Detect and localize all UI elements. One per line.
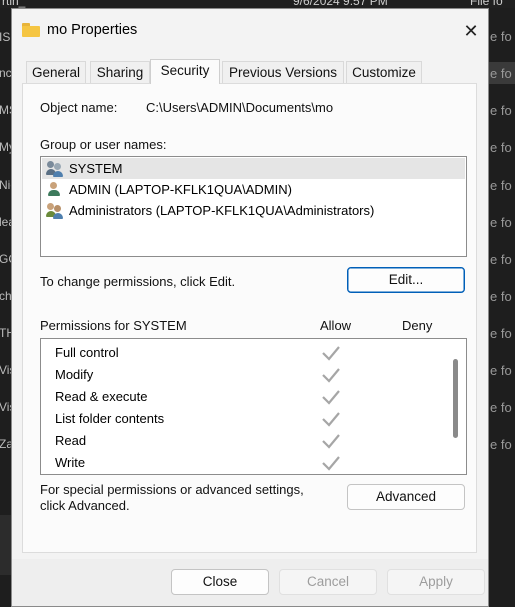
background-fragment: Za [0,437,11,451]
folder-icon [22,23,40,37]
advanced-button[interactable]: Advanced [347,484,465,510]
background-type-fragment: e fo [490,252,512,267]
user-name: SYSTEM [69,161,123,176]
background-strip [0,515,11,575]
object-name-label: Object name: [40,100,118,115]
permission-name: Read & execute [55,389,148,404]
user-list-item-admin[interactable]: ADMIN (LAPTOP-KFLK1QUA\ADMIN) [42,179,465,200]
background-type-fragment: e fo [490,29,512,44]
allow-check-icon [322,412,340,427]
permission-row-list-folder-contents: List folder contents [55,408,445,430]
background-header-row: rtin_ 9/6/2024 9:57 PM File fo [0,0,515,8]
permission-name: Write [55,455,86,470]
tab-previous-versions[interactable]: Previous Versions [222,61,344,83]
allow-check-icon [322,390,340,405]
background-type-fragment: e fo [490,178,512,193]
advanced-hint-line-2: click Advanced. [40,498,130,513]
allow-check-icon [322,456,340,471]
security-panel: Object name: C:\Users\ADMIN\Documents\mo… [22,83,477,553]
permission-row-write: Write [55,452,445,474]
background-fragment: Vis [0,363,11,377]
tab-general[interactable]: General [26,61,86,83]
user-name: ADMIN (LAPTOP-KFLK1QUA\ADMIN) [69,182,292,197]
permission-name: Read [55,433,87,448]
background-fragment: MS [0,103,11,117]
allow-column-header: Allow [320,318,352,333]
permissions-header: Permissions for SYSTEM [40,318,187,333]
group-users-icon [46,161,64,177]
advanced-hint-line-1: For special permissions or advanced sett… [40,482,304,497]
background-type-fragment: e fo [490,363,512,378]
permission-name: List folder contents [55,411,165,426]
user-list[interactable]: SYSTEM ADMIN (LAPTOP-KFLK1QUA\ADMIN) Adm… [40,156,467,257]
background-fragment: My [0,140,11,154]
properties-dialog: mo Properties ✕ General Sharing Security… [11,8,489,607]
allow-check-icon [322,346,340,361]
permission-row-modify: Modify [55,364,445,386]
background-type-fragment: e fo [490,140,512,155]
background-fragment: Nie [0,178,11,192]
permission-row-read: Read [55,430,445,452]
background-header-date: 9/6/2024 9:57 PM [293,0,388,8]
dialog-footer: Close Cancel Apply [12,559,488,606]
background-type-fragment: e fo [490,400,512,415]
permission-row-read-execute: Read & execute [55,386,445,408]
deny-column-header: Deny [402,318,433,333]
allow-check-icon [322,368,340,383]
permission-name: Full control [55,345,119,360]
tab-customize[interactable]: Customize [346,61,422,83]
user-icon [46,182,64,198]
close-icon[interactable]: ✕ [455,16,487,46]
object-name-value: C:\Users\ADMIN\Documents\mo [146,100,334,115]
edit-button[interactable]: Edit... [347,267,465,293]
tab-strip: General Sharing Security Previous Versio… [12,59,488,84]
permission-name: Modify [55,367,94,382]
apply-button[interactable]: Apply [387,569,485,595]
close-button[interactable]: Close [171,569,269,595]
background-header-fragment: rtin_ [2,0,26,8]
user-name: Administrators (LAPTOP-KFLK1QUA\Administ… [69,203,375,218]
user-list-item-system[interactable]: SYSTEM [42,158,465,179]
permission-row-full-control: Full control [55,342,445,364]
group-or-user-names-label: Group or user names: [40,137,167,152]
background-fragment: lea [0,215,11,229]
allow-check-icon [322,434,340,449]
background-type-fragment: e fo [490,103,512,118]
permissions-list[interactable]: Full control Modify Read & execute List … [40,338,467,475]
permissions-scrollbar[interactable] [453,359,458,438]
background-file-list-right: e fo e fo e fo e fo e fo e fo e fo e fo … [489,8,515,607]
background-fragment: TH [0,326,11,340]
background-type-fragment: e fo [490,289,512,304]
tab-sharing[interactable]: Sharing [90,61,150,83]
background-fragment: ch2 [0,289,11,303]
cancel-button[interactable]: Cancel [279,569,377,595]
tab-security[interactable]: Security [150,59,220,84]
background-type-fragment: e fo [490,326,512,341]
background-type-fragment: e fo [490,66,512,81]
window-title: mo Properties [47,22,138,38]
group-users-icon [46,203,64,219]
background-fragment: ISI [0,30,11,44]
background-type-fragment: e fo [490,437,512,452]
change-permissions-hint: To change permissions, click Edit. [40,274,236,289]
background-type-fragment: e fo [490,215,512,230]
background-fragment: Vis [0,400,11,414]
background-fragment: nc [0,66,11,80]
title-bar[interactable]: mo Properties ✕ [12,9,488,53]
user-list-item-administrators[interactable]: Administrators (LAPTOP-KFLK1QUA\Administ… [42,200,465,221]
background-header-type: File fo [470,0,503,8]
background-fragment: GG [0,252,11,266]
